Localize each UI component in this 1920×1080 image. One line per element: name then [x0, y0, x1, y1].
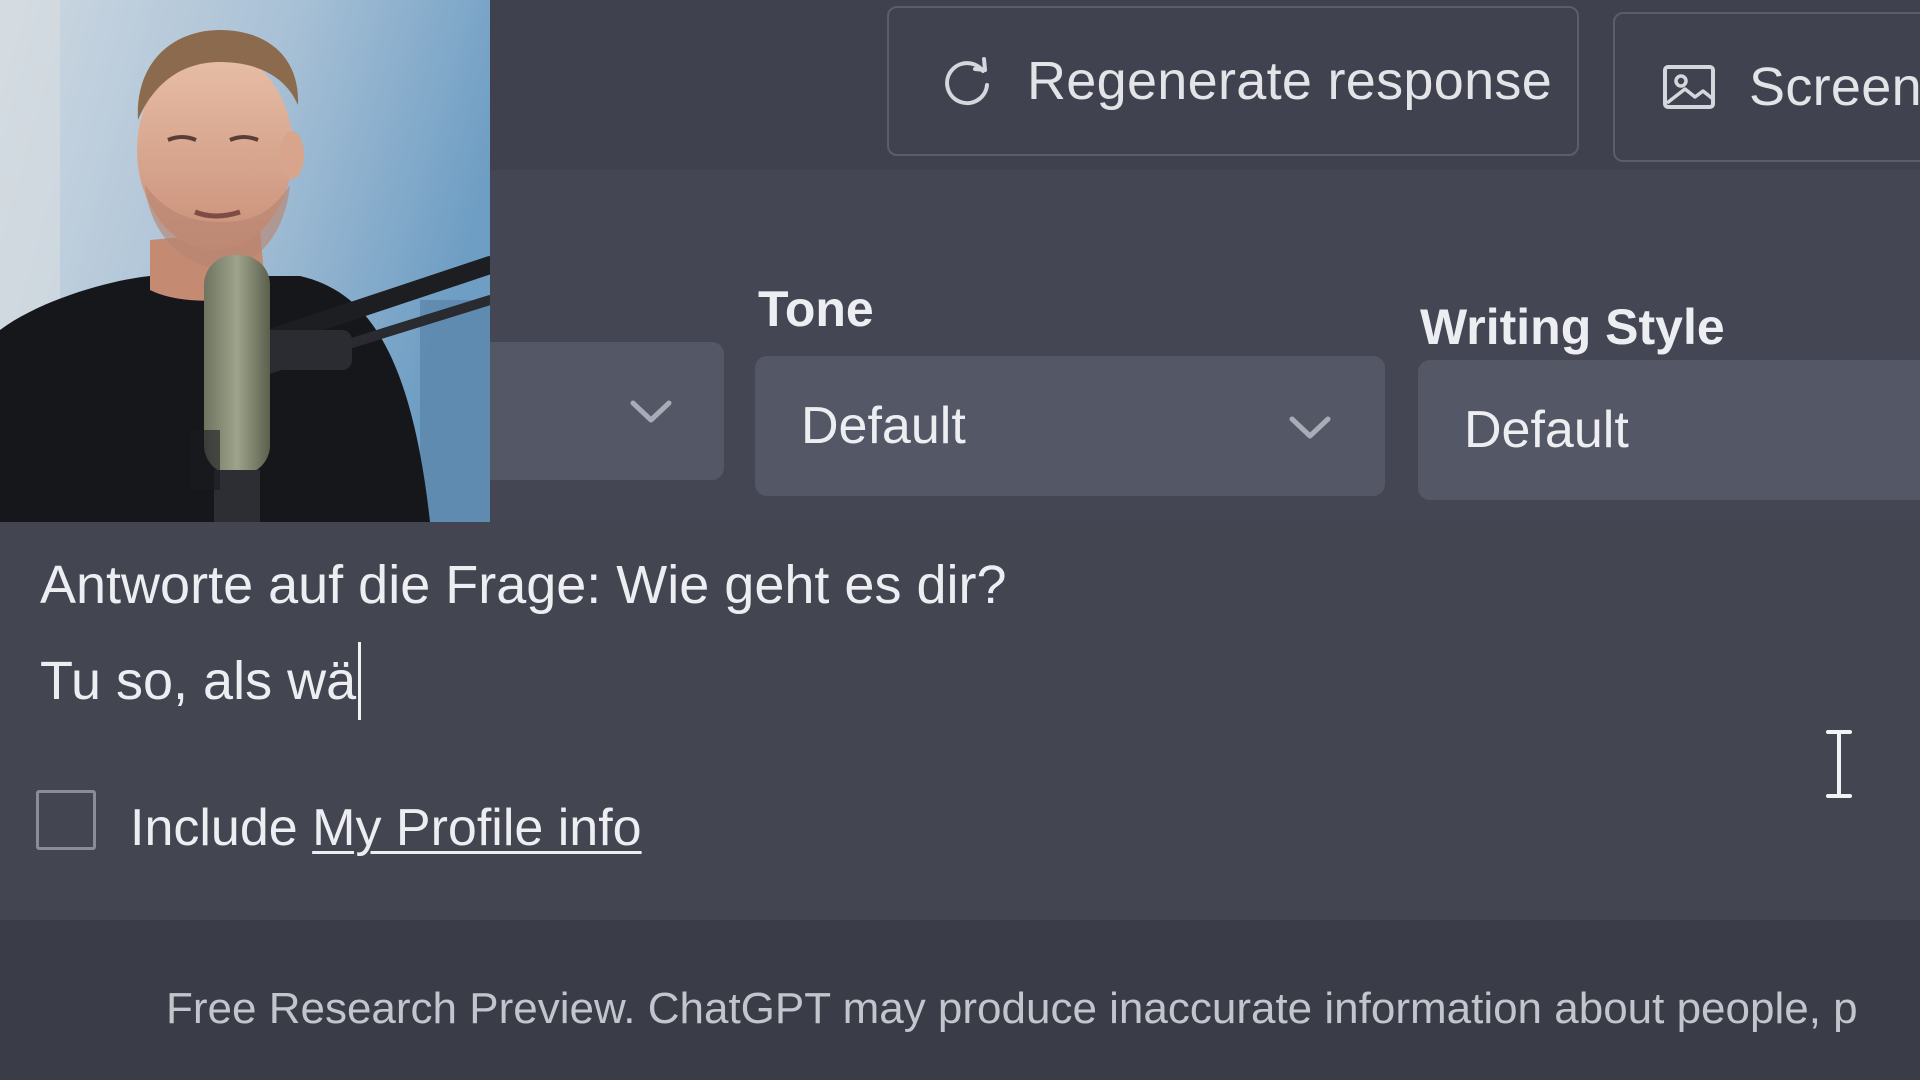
- prompt-line-current: Tu so, als wä: [40, 642, 362, 720]
- my-profile-info-link[interactable]: My Profile info: [312, 799, 641, 857]
- footer: Free Research Preview. ChatGPT may produ…: [0, 920, 1920, 1080]
- image-icon: [1663, 65, 1715, 109]
- presenter-video: [0, 0, 490, 522]
- prompt-line-text: Tu so, als wä: [40, 651, 357, 711]
- regenerate-response-button[interactable]: Regenerate response: [887, 6, 1579, 156]
- chevron-down-icon: [1289, 416, 1331, 439]
- chat-screen: Regenerate response Screens Tone Default…: [0, 0, 1920, 1080]
- include-profile-checkbox[interactable]: [36, 790, 96, 850]
- refresh-icon: [945, 57, 989, 106]
- writing-style-select[interactable]: Default: [1418, 360, 1920, 500]
- tone-value: Default: [801, 397, 966, 455]
- tone-select[interactable]: Default: [755, 356, 1385, 496]
- prompt-line: Antworte auf die Frage: Wie geht es dir?: [40, 555, 1007, 615]
- include-profile-label: Include My Profile info: [130, 798, 642, 858]
- webcam-overlay: [0, 0, 490, 522]
- include-prefix: Include: [130, 799, 298, 857]
- screenshot-label: Screens: [1749, 57, 1920, 117]
- writing-style-label: Writing Style: [1420, 299, 1725, 355]
- regenerate-response-label: Regenerate response: [1027, 51, 1553, 111]
- screenshot-button[interactable]: Screens: [1613, 12, 1920, 162]
- text-cursor-icon: [1826, 730, 1852, 798]
- chevron-down-icon: [630, 400, 672, 423]
- tone-label: Tone: [758, 281, 874, 337]
- writing-style-value: Default: [1464, 401, 1629, 459]
- prompt-textarea[interactable]: Antworte auf die Frage: Wie geht es dir?…: [0, 520, 1920, 920]
- disclaimer-text: Free Research Preview. ChatGPT may produ…: [166, 984, 1858, 1033]
- text-caret: [358, 642, 362, 720]
